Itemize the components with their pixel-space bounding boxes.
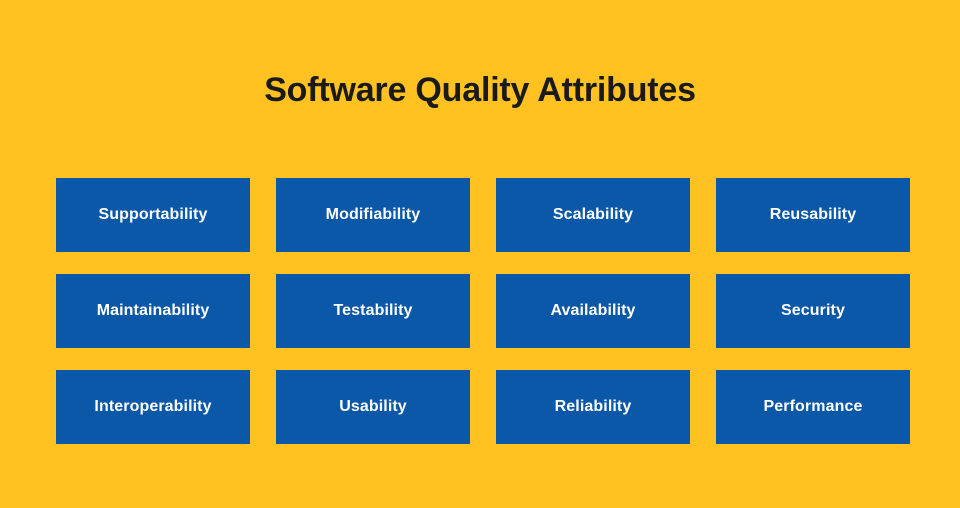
slide-canvas: Software Quality Attributes Supportabili… [0, 0, 960, 508]
attribute-card-supportability[interactable]: Supportability [56, 178, 250, 252]
attribute-label: Usability [339, 398, 407, 415]
attribute-card-performance[interactable]: Performance [716, 370, 910, 444]
attribute-label: Testability [333, 302, 413, 319]
attribute-label: Security [781, 302, 845, 319]
attribute-card-modifiability[interactable]: Modifiability [276, 178, 470, 252]
attribute-label: Maintainability [96, 302, 210, 319]
attribute-label: Modifiability [325, 206, 421, 223]
attribute-card-reusability[interactable]: Reusability [716, 178, 910, 252]
attribute-label: Reliability [554, 398, 632, 415]
attribute-label: Supportability [98, 206, 208, 223]
attribute-label: Interoperability [94, 398, 212, 415]
attributes-grid: Supportability Modifiability Scalability… [56, 178, 910, 444]
attribute-card-availability[interactable]: Availability [496, 274, 690, 348]
attribute-label: Reusability [769, 206, 857, 223]
attribute-label: Availability [550, 302, 636, 319]
attribute-card-interoperability[interactable]: Interoperability [56, 370, 250, 444]
attribute-label: Scalability [552, 206, 634, 223]
attribute-card-reliability[interactable]: Reliability [496, 370, 690, 444]
attribute-card-security[interactable]: Security [716, 274, 910, 348]
attribute-card-maintainability[interactable]: Maintainability [56, 274, 250, 348]
page-title: Software Quality Attributes [264, 71, 696, 109]
attribute-label: Performance [763, 398, 863, 415]
attribute-card-scalability[interactable]: Scalability [496, 178, 690, 252]
attribute-card-testability[interactable]: Testability [276, 274, 470, 348]
attribute-card-usability[interactable]: Usability [276, 370, 470, 444]
